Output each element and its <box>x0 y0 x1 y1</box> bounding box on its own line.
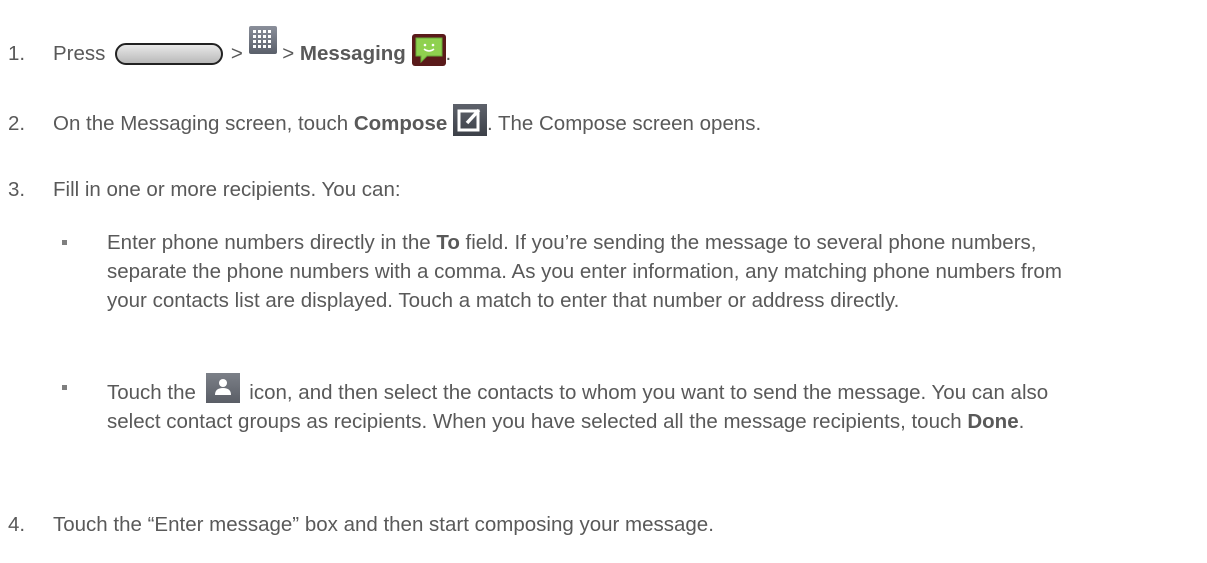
compose-label: Compose <box>353 112 448 135</box>
bullet-text-part: icon, and then select the contacts to wh… <box>107 381 1049 433</box>
messaging-app-icon <box>411 34 446 66</box>
step-2: 2. On the Messaging screen, touch Compose… <box>8 104 761 138</box>
step-3: 3. Fill in one or more recipients. You ca… <box>8 175 401 204</box>
apps-grid-icon <box>248 26 277 54</box>
contacts-icon <box>205 373 240 403</box>
bullet-text: Enter phone numbers directly in the To f… <box>107 228 1107 315</box>
step-number: 2. <box>8 112 26 135</box>
bullet-marker <box>62 228 84 257</box>
bullet-text-part: Touch the <box>107 381 202 404</box>
separator: > <box>282 42 295 65</box>
compose-icon <box>452 104 487 136</box>
step-text: Fill in one or more recipients. You can: <box>53 178 401 201</box>
done-label: Done <box>967 410 1019 433</box>
step-text: On the Messaging screen, touch <box>53 112 354 135</box>
separator: > <box>230 42 243 65</box>
bullet-text: Touch the icon, and then select the cont… <box>107 373 1107 436</box>
period: . <box>445 42 452 65</box>
step-number: 4. <box>8 513 26 536</box>
messaging-label: Messaging <box>299 42 406 65</box>
bullet-text-part: Enter phone numbers directly in the <box>107 231 437 254</box>
step-4: 4. Touch the “Enter message” box and then… <box>8 510 714 539</box>
step-text: Touch the “Enter message” box and then s… <box>53 513 714 536</box>
to-field-label: To <box>436 231 460 254</box>
step-number: 1. <box>8 42 26 65</box>
bullet-text-part: . <box>1018 410 1025 433</box>
bullet-marker <box>62 373 84 402</box>
step-number: 3. <box>8 178 26 201</box>
step-1: 1. Press > > Messaging . <box>8 26 451 68</box>
step-text: . The Compose screen opens. <box>486 112 762 135</box>
home-button-icon <box>115 43 224 65</box>
step-text-press: Press <box>53 42 106 65</box>
